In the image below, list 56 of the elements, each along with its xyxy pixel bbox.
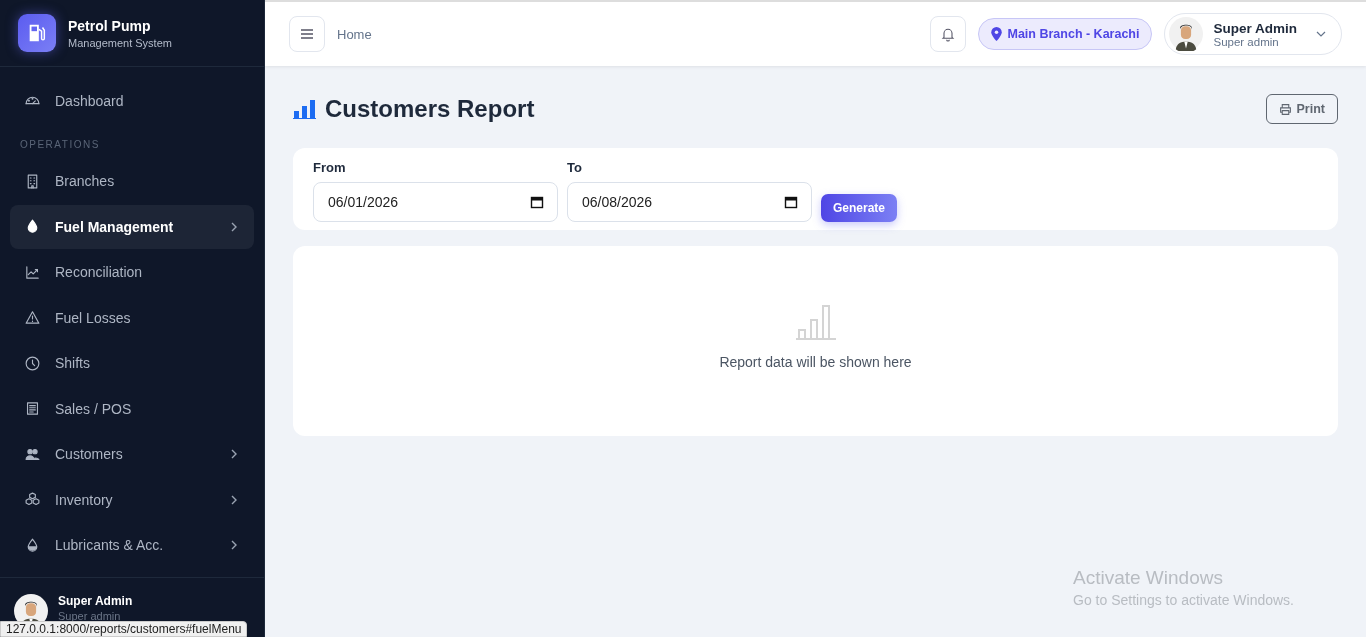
sidebar-item[interactable]: Sales / POS	[10, 386, 254, 431]
printer-icon	[1278, 102, 1292, 116]
bar-chart-icon	[794, 304, 837, 340]
sidebar-label: Branches	[55, 173, 116, 189]
app-subtitle: Management System	[68, 36, 172, 49]
sidebar-label: Reconciliation	[55, 264, 144, 280]
sidebar-label: Fuel Losses	[55, 309, 132, 326]
sidebar-item[interactable]: Reconciliation	[10, 250, 254, 294]
sidebar-item[interactable]: Shifts	[10, 341, 254, 385]
receipt-icon	[24, 400, 41, 417]
date-field[interactable]: 06/01/2026	[313, 182, 558, 222]
user-name: Super Admin	[58, 594, 133, 608]
generate-button[interactable]: Generate	[821, 194, 898, 222]
line-chart-icon	[24, 263, 41, 281]
field-label: To	[567, 160, 583, 175]
user-menu[interactable]: Super Admin Super admin	[1164, 13, 1342, 55]
sidebar-item[interactable]: Branches	[10, 159, 254, 203]
section-heading: OPERATIONS	[19, 137, 101, 152]
print-button[interactable]: Print	[1265, 94, 1338, 124]
clock-icon	[24, 354, 41, 372]
sidebar-item[interactable]: Customers	[10, 432, 254, 476]
activation-title: Activate Windows	[1073, 567, 1224, 589]
calendar-icon[interactable]	[784, 195, 798, 209]
sidebar-label: Inventory	[55, 491, 114, 508]
sidebar-item[interactable]: Inventory	[10, 477, 254, 522]
sidebar-label: Customers	[55, 446, 124, 462]
page-title: Customers Report	[325, 95, 535, 123]
date-field[interactable]: 06/08/2026	[567, 182, 812, 222]
sidebar-label: Shifts	[55, 355, 91, 371]
bell-icon	[939, 26, 956, 42]
sidebar-item[interactable]: Fuel Losses	[10, 295, 254, 340]
sidebar-label: Lubricants & Acc.	[55, 537, 165, 553]
calendar-icon[interactable]	[530, 195, 544, 209]
empty-state-text: Report data will be shown here	[719, 354, 912, 370]
branch-selector[interactable]: Main Branch - Karachi	[977, 18, 1153, 50]
avatar	[1169, 17, 1204, 51]
sidebar-item[interactable]: Dashboard	[10, 79, 254, 123]
sidebar-item[interactable]: Fuel Management	[10, 204, 254, 249]
app-logo	[18, 14, 56, 52]
notification-button[interactable]	[929, 16, 966, 52]
activation-text: Go to Settings to activate Windows.	[1073, 592, 1294, 608]
warning-icon	[24, 309, 41, 326]
user-role: Super admin	[58, 610, 122, 622]
menu-button[interactable]	[289, 16, 325, 52]
sidebar-label: Fuel Management	[55, 218, 175, 235]
field-label: From	[313, 160, 347, 175]
menu-icon	[299, 26, 315, 42]
bar-chart-icon	[293, 99, 317, 119]
app-title: Petrol Pump	[68, 17, 152, 34]
breadcrumb[interactable]: Home	[337, 26, 918, 42]
cubes-icon	[24, 491, 41, 508]
location-pin-icon	[990, 27, 1002, 41]
sidebar-item[interactable]: Lubricants & Acc.	[10, 523, 254, 567]
sidebar-label: Sales / POS	[55, 400, 133, 417]
sidebar-label: Dashboard	[55, 93, 125, 109]
status-url: 127.0.0.1:8000/reports/customers#fuelMenu	[0, 621, 248, 637]
